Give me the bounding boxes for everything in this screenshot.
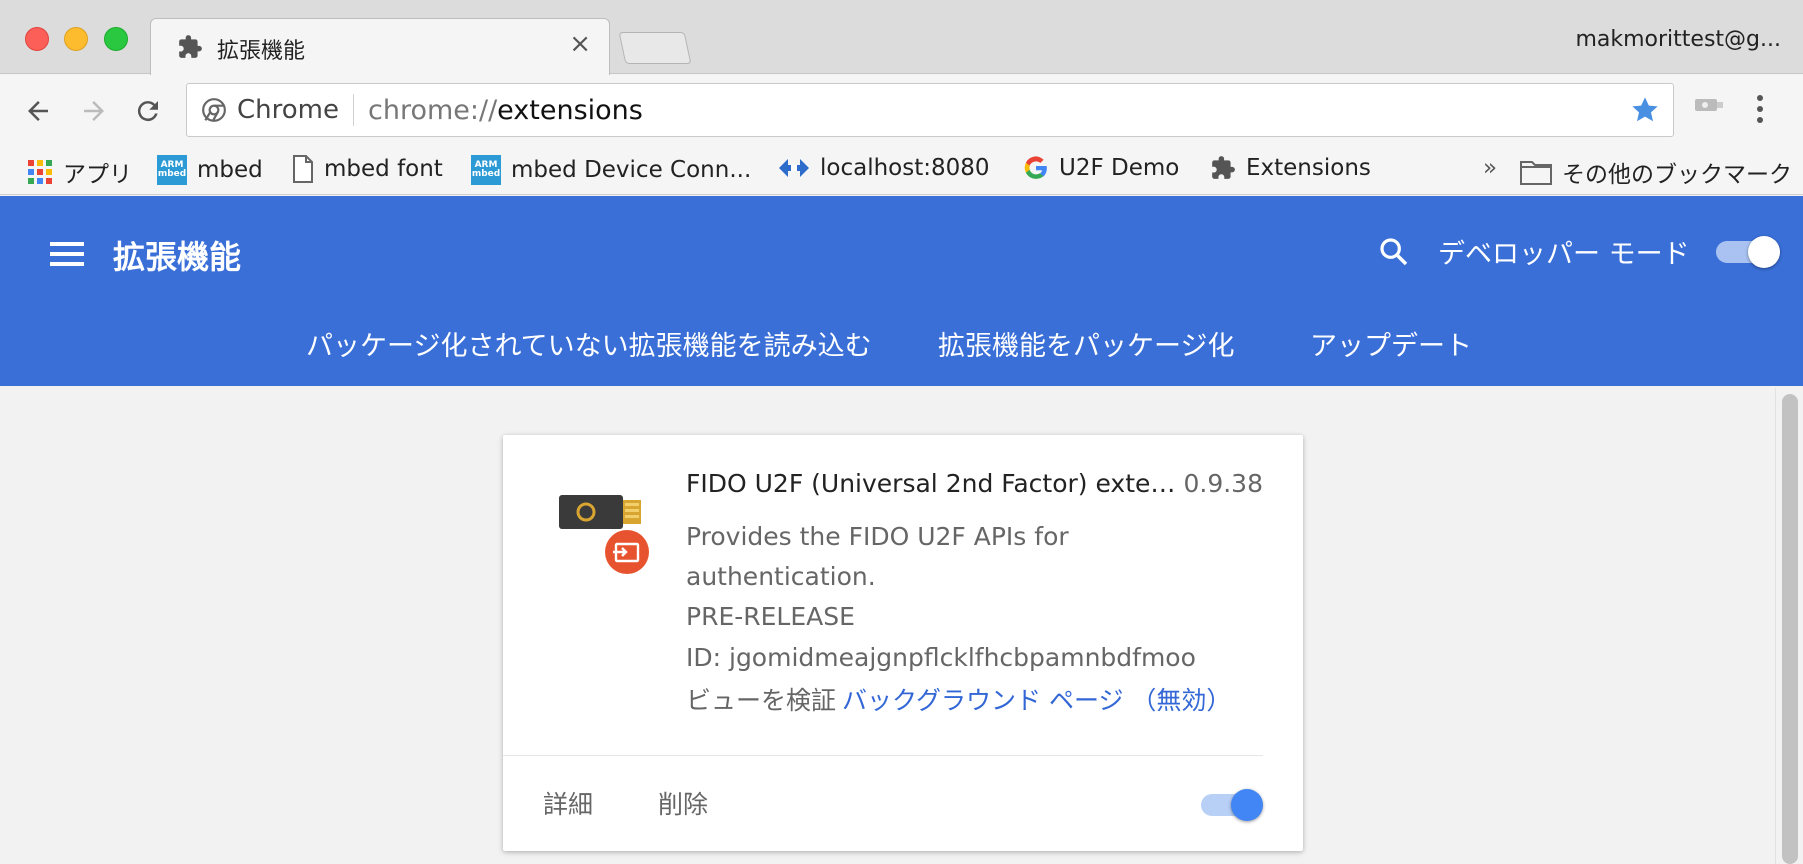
extensions-header: 拡張機能 デベロッパー モード パッケージ化されていない拡張機能を読み込む 拡張… [0,196,1803,386]
tab-strip: 拡張機能 × makmorittest@g... [0,0,1803,75]
bookmark-label: アプリ [63,162,132,188]
bookmark-mbed-font[interactable]: mbed font [292,155,443,183]
inspect-views-label: ビューを検証 [686,686,837,715]
chevron-double-right-icon: » [1483,155,1498,181]
page-title: 拡張機能 [113,238,242,276]
new-tab-button[interactable] [618,32,692,64]
profile-name[interactable]: makmorittest@g... [1575,27,1781,52]
bookmark-localhost[interactable]: localhost:8080 [778,155,990,181]
omnibox-chip: Chrome [187,94,354,126]
tab-extensions[interactable]: 拡張機能 × [150,18,610,75]
page-icon [293,155,313,183]
close-window-button[interactable] [25,27,49,51]
more-menu-icon[interactable] [1754,91,1766,131]
pack-extension-button[interactable]: 拡張機能をパッケージ化 [938,324,1234,363]
bookmark-u2f-demo[interactable]: U2F Demo [1023,155,1179,181]
toggle-knob [1748,236,1780,268]
forward-button[interactable] [76,93,112,129]
url-text[interactable]: chrome://extensions [354,95,643,126]
extension-toolbar-icon[interactable] [1694,95,1724,119]
background-page-link[interactable]: バックグラウンド ページ （無効） [842,686,1231,715]
bookmark-label: その他のブックマーク [1562,162,1792,188]
omnibox-chip-label: Chrome [237,95,339,125]
bookmark-star-icon[interactable] [1629,94,1661,130]
reload-button[interactable] [130,93,166,129]
description-line: PRE-RELEASE [686,602,855,631]
bookmarks-bar: アプリ ARM mbed mbed mbed font ARM mbed mbed … [0,147,1803,195]
extension-card: FIDO U2F (Universal 2nd Factor) extensi.… [503,435,1303,851]
address-bar[interactable]: Chrome chrome://extensions [186,83,1674,137]
bookmark-apps[interactable]: アプリ [27,155,132,189]
hamburger-menu-icon[interactable] [50,240,84,272]
extension-version: 0.9.38 [1183,469,1263,498]
update-button[interactable]: アップデート [1310,324,1472,363]
arm-mbed-icon: ARM mbed [471,155,501,185]
scrollbar-thumb[interactable] [1782,394,1798,864]
forward-arrow-icon [84,101,104,121]
url-path: extensions [497,94,643,126]
inspect-views: ビューを検証 バックグラウンド ページ （無効） [686,681,1231,717]
bookmark-label: mbed font [324,156,443,182]
arm-mbed-icon: ARM mbed [157,155,187,185]
bookmark-mbed-device-connector[interactable]: ARM mbed mbed Device Conn... [471,155,751,185]
bookmarks-overflow-button[interactable]: » [1483,155,1497,181]
minimize-window-button[interactable] [64,27,88,51]
scrollbar[interactable] [1775,388,1803,864]
extension-id: ID: jgomidmeajgnpflcklfhcbpamnbdfmoo [686,643,1196,672]
localhost-icon [779,159,809,177]
bookmark-label: mbed [197,157,263,183]
puzzle-icon [177,34,203,64]
bookmark-label: Extensions [1246,155,1371,181]
google-icon [1024,156,1047,179]
chrome-icon [202,98,226,122]
extension-description: Provides the FIDO U2F APIs for authentic… [686,517,1266,637]
tab-close-icon[interactable]: × [569,29,591,59]
details-button[interactable]: 詳細 [543,785,593,821]
back-arrow-icon [28,101,48,121]
bookmark-other-folder[interactable]: その他のブックマーク [1520,155,1792,189]
bookmark-extensions[interactable]: Extensions [1210,155,1371,181]
folder-icon [1520,161,1552,185]
zoom-window-button[interactable] [104,27,128,51]
search-icon[interactable] [1378,236,1410,272]
fido-u2f-extension-icon [555,491,655,575]
toggle-knob [1231,789,1263,821]
bookmark-mbed[interactable]: ARM mbed mbed [157,155,263,185]
card-divider [503,755,1263,756]
extension-enable-toggle[interactable] [1201,787,1263,821]
developer-mode-toggle[interactable] [1716,234,1780,268]
load-unpacked-button[interactable]: パッケージ化されていない拡張機能を読み込む [306,324,872,363]
bookmark-label: localhost:8080 [820,155,990,181]
apps-grid-icon [28,160,52,184]
remove-button[interactable]: 削除 [658,785,708,821]
browser-toolbar: Chrome chrome://extensions [0,75,1803,147]
url-prefix: chrome:// [367,94,498,126]
tab-title: 拡張機能 [217,39,306,64]
puzzle-icon [1212,156,1235,179]
bookmark-label: mbed Device Conn... [511,157,752,183]
bookmark-label: U2F Demo [1059,155,1180,181]
description-line: Provides the FIDO U2F APIs for authentic… [686,522,1069,591]
reload-icon [137,101,158,122]
developer-mode-label: デベロッパー モード [1438,239,1690,270]
extension-name: FIDO U2F (Universal 2nd Factor) extensi.… [686,469,1186,498]
back-button[interactable] [20,93,56,129]
